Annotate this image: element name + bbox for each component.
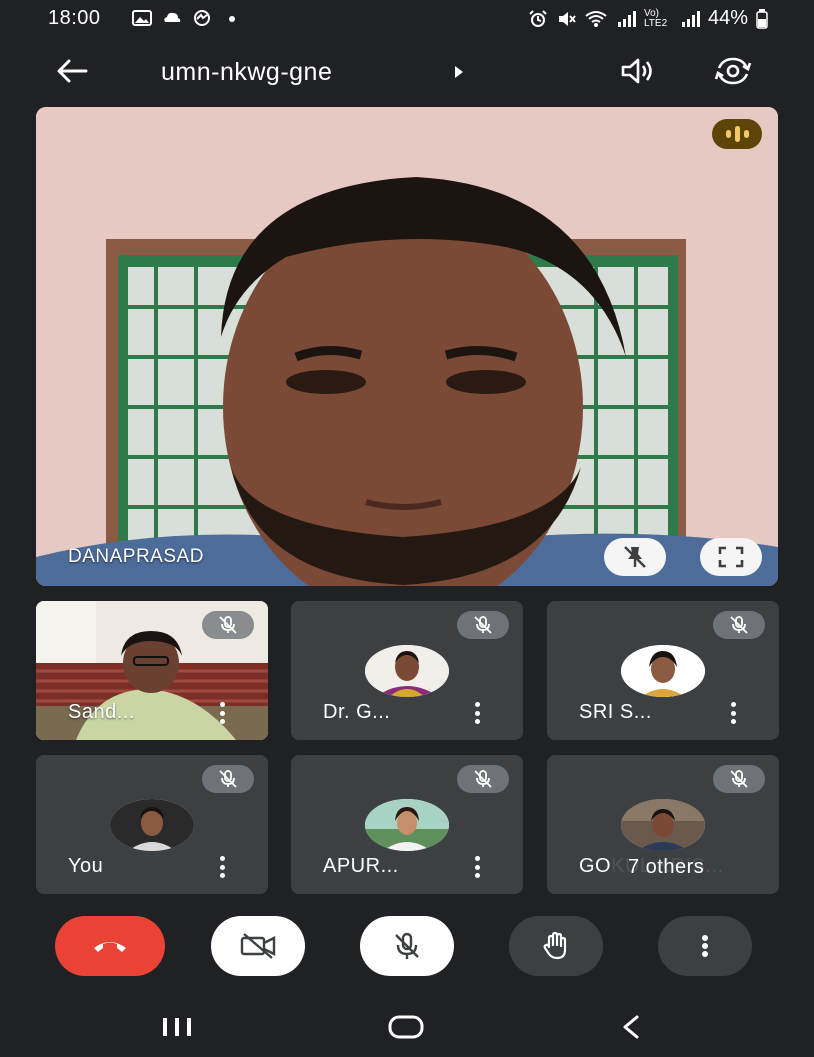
avatar <box>365 645 449 697</box>
participant-tile-3[interactable]: SRI S... <box>547 601 779 740</box>
battery-percent: 44% <box>707 7 748 29</box>
network-label: Vo) LTE2 <box>643 7 668 29</box>
mic-off-icon <box>219 770 237 788</box>
avatar <box>621 645 705 697</box>
participant-video <box>36 107 778 586</box>
unpin-button[interactable] <box>604 538 666 576</box>
end-call-button[interactable] <box>55 916 165 976</box>
end-call-icon <box>94 942 126 952</box>
recents-icon[interactable] <box>160 1016 194 1038</box>
home-icon[interactable] <box>387 1014 425 1040</box>
system-nav-bar <box>0 1000 814 1057</box>
others-label: 7 others <box>628 855 705 878</box>
status-bar: 18:00 Vo) LTE2 44% <box>0 0 814 38</box>
avatar <box>365 799 449 851</box>
mic-off-icon <box>219 616 237 634</box>
mute-icon <box>558 11 576 26</box>
arrow-left-icon <box>57 59 88 83</box>
participant-name: SRI S... <box>579 701 652 723</box>
participant-options-button[interactable] <box>212 856 232 878</box>
mic-off-icon <box>730 770 748 788</box>
signal-icon <box>617 10 636 27</box>
main-participant-tile[interactable]: DANAPRASAD <box>36 107 778 586</box>
mic-off-icon <box>474 616 492 634</box>
link-icon <box>194 10 210 26</box>
unpin-icon <box>624 546 646 568</box>
participant-name: APUR... <box>323 855 399 877</box>
participant-name: Sand... <box>68 701 135 723</box>
meeting-code[interactable]: umn-nkwg-gne <box>161 58 332 87</box>
fullscreen-icon <box>718 546 744 568</box>
caret-right-icon[interactable] <box>453 65 465 79</box>
avatar <box>621 799 705 851</box>
camera-off-button[interactable] <box>211 916 305 976</box>
muted-indicator <box>202 611 254 639</box>
participant-tile-4[interactable]: You <box>36 755 268 894</box>
wifi-icon <box>585 10 607 27</box>
mic-off-icon <box>474 770 492 788</box>
flip-camera-icon <box>714 57 752 85</box>
battery-icon <box>756 8 768 29</box>
alarm-icon <box>529 9 547 27</box>
signal-icon-2 <box>681 10 700 27</box>
back-nav-icon[interactable] <box>620 1014 642 1040</box>
speaker-icon <box>621 58 652 84</box>
participant-tile-5[interactable]: APUR... <box>291 755 523 894</box>
dot-icon <box>229 16 235 22</box>
others-count-badge[interactable]: 7 others <box>610 850 766 884</box>
mic-off-icon <box>395 932 419 959</box>
mic-off-button[interactable] <box>360 916 454 976</box>
participant-options-button[interactable] <box>723 702 743 724</box>
mic-off-icon <box>730 616 748 634</box>
muted-indicator <box>457 765 509 793</box>
muted-indicator <box>713 611 765 639</box>
raise-hand-button[interactable] <box>509 916 603 976</box>
status-time: 18:00 <box>48 7 101 29</box>
cloud-sync-icon <box>164 12 181 22</box>
participant-options-button[interactable] <box>467 856 487 878</box>
muted-indicator <box>713 765 765 793</box>
avatar <box>110 799 194 851</box>
muted-indicator <box>457 611 509 639</box>
participant-name: You <box>68 855 104 877</box>
back-button[interactable] <box>52 51 92 91</box>
more-options-button[interactable] <box>658 916 752 976</box>
fullscreen-button[interactable] <box>700 538 762 576</box>
participant-name: Dr. G... <box>323 701 391 723</box>
meeting-header: umn-nkwg-gne <box>0 48 814 96</box>
more-vert-icon <box>702 935 708 957</box>
hand-icon <box>543 931 567 960</box>
switch-camera-button[interactable] <box>713 51 753 91</box>
participant-tile-2[interactable]: Dr. G... <box>291 601 523 740</box>
participant-tile-1[interactable]: Sand... <box>36 601 268 740</box>
camera-off-icon <box>240 933 276 959</box>
speaking-indicator <box>712 119 762 149</box>
participant-options-button[interactable] <box>212 702 232 724</box>
participant-options-button[interactable] <box>467 702 487 724</box>
audio-output-button[interactable] <box>618 51 658 91</box>
main-participant-name: DANAPRASAD <box>68 546 204 567</box>
muted-indicator <box>202 765 254 793</box>
gallery-icon <box>132 10 152 26</box>
